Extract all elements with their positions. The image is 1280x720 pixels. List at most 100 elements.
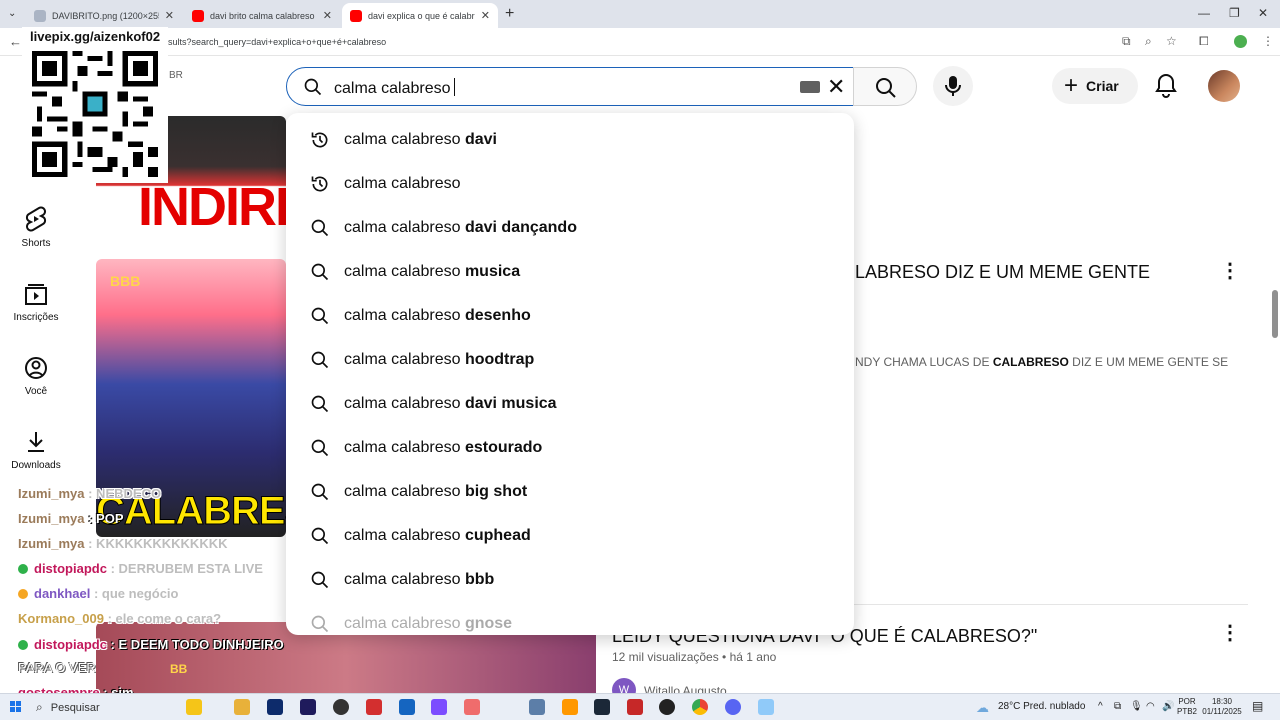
- windows-start-icon[interactable]: [10, 701, 22, 713]
- suggestion-history-item[interactable]: calma calabreso: [286, 162, 854, 206]
- minimize-icon[interactable]: —: [1198, 6, 1210, 20]
- bbb-badge: BB: [170, 662, 188, 676]
- suggestion-item[interactable]: calma calabreso bbb: [286, 558, 854, 602]
- suggestion-item[interactable]: calma calabreso desenho: [286, 294, 854, 338]
- obs-icon[interactable]: [333, 699, 349, 715]
- globe-icon: [34, 9, 46, 22]
- video-title[interactable]: LABRESO DIZ E UM MEME GENTE: [855, 262, 1150, 283]
- browser-menu-icon[interactable]: ⋮: [1262, 34, 1274, 48]
- microphone-icon[interactable]: 🎙: [1130, 701, 1143, 712]
- suggestion-item[interactable]: calma calabreso big shot: [286, 470, 854, 514]
- language-top: POR: [1178, 697, 1196, 706]
- search-button[interactable]: [853, 67, 917, 106]
- create-button[interactable]: + Criar: [1052, 68, 1138, 104]
- volume-icon[interactable]: 🔊: [1162, 701, 1174, 712]
- chat-line: distopiapdc : E DEEM TODO DINHJEIRO: [18, 637, 284, 652]
- premiere-icon[interactable]: [300, 699, 316, 715]
- photoshop-icon[interactable]: [267, 699, 283, 715]
- back-arrow-icon[interactable]: ←: [9, 34, 22, 49]
- sidebar-item-shorts[interactable]: Shorts: [0, 206, 72, 249]
- clock[interactable]: 18:30 01/11/2025: [1200, 697, 1244, 717]
- discord-icon[interactable]: [725, 699, 741, 715]
- thumbnail-text: INDIRE: [138, 177, 286, 237]
- sidebar-item-downloads[interactable]: Downloads: [0, 430, 72, 471]
- search-input[interactable]: calma calabreso ✕: [286, 67, 854, 106]
- close-window-icon[interactable]: ✕: [1258, 6, 1268, 20]
- suggestion-history-item[interactable]: calma calabreso davi: [286, 118, 854, 162]
- chat-line: PARA O VER: [18, 660, 96, 675]
- voice-search-button[interactable]: [933, 66, 973, 106]
- tab-search-icon[interactable]: ⌄: [8, 8, 16, 19]
- restore-icon[interactable]: ❐: [1229, 6, 1240, 20]
- tray-app-icon[interactable]: ⧉: [1114, 701, 1121, 712]
- suggestion-query: calma calabreso: [344, 439, 465, 456]
- suggestion-item[interactable]: calma calabreso davi dançando: [286, 206, 854, 250]
- weather-text[interactable]: 28°C Pred. nublado: [998, 701, 1085, 712]
- keyboard-icon[interactable]: [800, 81, 820, 93]
- search-icon: [311, 483, 329, 501]
- notification-center-icon[interactable]: ▤: [1252, 699, 1263, 713]
- history-icon: [311, 132, 328, 148]
- suggestion-item[interactable]: calma calabreso gnose: [286, 602, 854, 635]
- close-tab-icon[interactable]: ✕: [481, 9, 490, 22]
- chat-user: Izumi_mya: [18, 536, 85, 551]
- file-explorer-icon[interactable]: [234, 699, 250, 715]
- app-icon[interactable]: [758, 699, 774, 715]
- tray-chevron-icon[interactable]: ^: [1098, 701, 1103, 712]
- acrobat-icon[interactable]: [366, 699, 382, 715]
- more-options-icon[interactable]: ⋮: [1220, 620, 1240, 645]
- more-options-icon[interactable]: ⋮: [1220, 258, 1240, 283]
- app-icon[interactable]: [562, 699, 578, 715]
- account-avatar[interactable]: [1208, 70, 1240, 102]
- close-tab-icon[interactable]: ✕: [323, 9, 332, 22]
- browser-tab-3-active[interactable]: davi explica o que é calabreso ✕: [342, 3, 498, 28]
- search-text[interactable]: calma calabreso: [334, 78, 455, 98]
- url-field[interactable]: results?search_query=davi+explica+o+que+…: [160, 32, 1100, 52]
- app-icon[interactable]: [659, 699, 675, 715]
- extensions-icon[interactable]: ⧠: [1199, 34, 1209, 49]
- chat-message: PARA O VER: [18, 660, 96, 675]
- app-icon[interactable]: [529, 699, 545, 715]
- search-icon: [311, 263, 329, 281]
- app-icon[interactable]: [464, 699, 480, 715]
- suggestion-completion: hoodtrap: [464, 351, 535, 368]
- sidebar-item-subscriptions[interactable]: Inscrições: [0, 282, 72, 323]
- browser-tab-2[interactable]: davi brito calma calabreso - Yo ✕: [184, 3, 340, 28]
- copilot-icon[interactable]: [186, 699, 202, 715]
- app-icon[interactable]: [431, 699, 447, 715]
- app-icon[interactable]: [627, 699, 643, 715]
- sidebar-item-label: Shorts: [21, 238, 51, 249]
- page-scrollbar[interactable]: [1272, 290, 1278, 338]
- zoom-icon[interactable]: ⌕: [1145, 34, 1152, 49]
- profile-icon[interactable]: [1234, 35, 1247, 48]
- chat-message: : POP: [88, 511, 124, 526]
- tab-title: DAVIBRITO.png (1200×2557): [52, 10, 159, 21]
- notifications-bell-icon[interactable]: [1154, 73, 1178, 99]
- taskbar-search[interactable]: ⌕ Pesquisar: [36, 697, 176, 718]
- chrome-icon[interactable]: [692, 699, 708, 715]
- suggestion-item[interactable]: calma calabreso davi musica: [286, 382, 854, 426]
- bookmark-star-icon[interactable]: ☆: [1166, 34, 1177, 48]
- suggestion-query: calma calabreso: [344, 351, 465, 368]
- tab-title: davi brito calma calabreso - Yo: [210, 10, 317, 21]
- suggestion-item[interactable]: calma calabreso cuphead: [286, 514, 854, 558]
- clear-search-icon[interactable]: ✕: [827, 74, 845, 100]
- search-icon: [876, 78, 896, 98]
- clock-time: 18:30: [1211, 697, 1233, 706]
- browser-tab-1[interactable]: DAVIBRITO.png (1200×2557) ✕: [26, 3, 182, 28]
- close-tab-icon[interactable]: ✕: [165, 9, 174, 22]
- language-indicator[interactable]: POR PTB2: [1176, 697, 1198, 717]
- text-caret: [453, 78, 455, 96]
- new-tab-icon[interactable]: +: [505, 5, 514, 23]
- steam-icon[interactable]: [594, 699, 610, 715]
- suggestion-query: calma calabreso: [344, 263, 465, 280]
- suggestion-query: calma calabreso: [344, 175, 461, 192]
- sidebar-item-you[interactable]: Você: [0, 356, 72, 397]
- suggestion-item[interactable]: calma calabreso estourado: [286, 426, 854, 470]
- wifi-icon[interactable]: ◠: [1146, 701, 1155, 712]
- document-app-icon[interactable]: [399, 699, 415, 715]
- install-app-icon[interactable]: ⧉: [1122, 34, 1131, 49]
- chat-message: : ele come o cara?: [107, 611, 222, 626]
- suggestion-item[interactable]: calma calabreso hoodtrap: [286, 338, 854, 382]
- suggestion-item[interactable]: calma calabreso musica: [286, 250, 854, 294]
